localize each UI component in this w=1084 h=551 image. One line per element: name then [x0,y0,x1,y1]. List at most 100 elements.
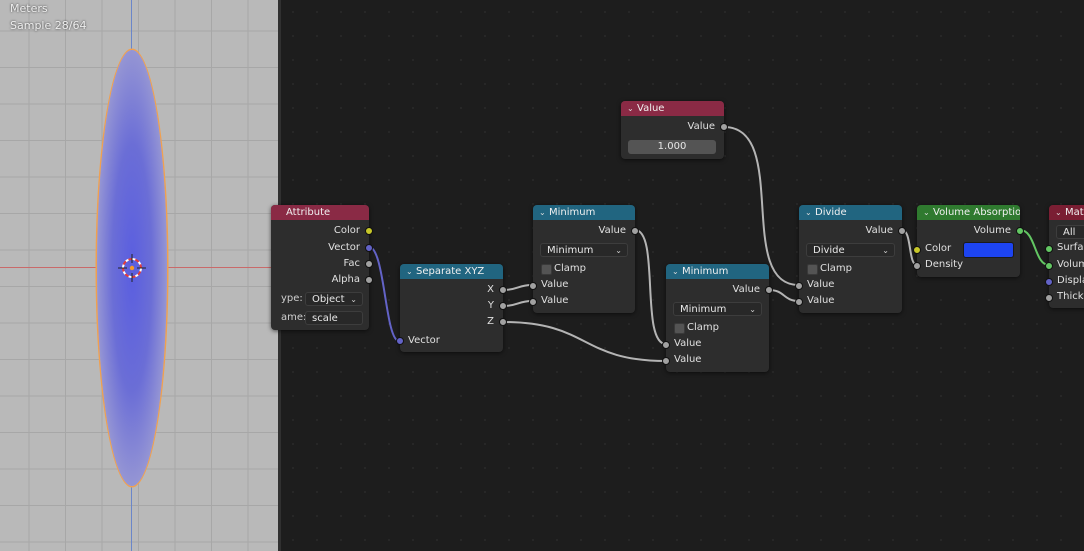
separate-xyz-input-vector: Vector [408,335,440,346]
divide-operation-value: Divide [813,245,845,256]
divide-output-socket[interactable] [898,227,906,235]
value-number-field[interactable]: 1.000 [628,140,716,154]
separate-xyz-node[interactable]: ⌄ Separate XYZ X Y Z Vector [396,264,507,352]
collapse-chevron-icon[interactable]: ⌄ [1055,205,1065,220]
value-node[interactable]: ⌄ Value Value 1.000 [621,101,728,159]
material-output-displacement-socket[interactable] [1045,278,1053,286]
3d-cursor-icon[interactable] [118,254,146,282]
collapse-chevron-icon[interactable]: ⌄ [672,264,682,279]
separate-xyz-vector-socket[interactable] [396,337,404,345]
minimum-1-input-label-1: Value [541,279,569,290]
material-output-target-dropdown[interactable]: All [1056,225,1084,239]
divide-operation-dropdown[interactable]: Divide ⌄ [806,243,895,257]
attribute-fac-socket[interactable] [365,260,373,268]
material-output-thickness-label: Thickn [1057,291,1084,302]
minimum-2-clamp-label: Clamp [687,322,719,333]
collapse-chevron-icon[interactable]: ⌄ [805,205,815,220]
attribute-node[interactable]: Attribute Color Vector Fac Alpha ype: Ob… [271,205,373,330]
divide-input-socket-2[interactable] [795,298,803,306]
separate-xyz-header[interactable]: ⌄ Separate XYZ [400,264,503,279]
material-output-header[interactable]: ⌄ Mat [1049,205,1084,220]
volume-absorption-output-socket[interactable] [1016,227,1024,235]
volume-absorption-output-label: Volume [973,225,1011,236]
viewport-unit-label: Meters [10,2,48,15]
attribute-type-value: Object [312,294,345,305]
value-node-title: Value [637,103,665,114]
minimum-2-header[interactable]: ⌄ Minimum [666,264,769,279]
divide-output-label: Value [865,225,893,236]
minimum-1-input-socket-2[interactable] [529,298,537,306]
dropdown-arrow-icon: ⌄ [749,305,756,314]
minimum-1-operation-value: Minimum [547,245,594,256]
volume-absorption-node[interactable]: ⌄ Volume Absorption Volume Color Density [913,205,1024,277]
attribute-output-alpha: Alpha [331,274,360,285]
minimum-1-clamp-label: Clamp [554,263,586,274]
minimum-2-output-label: Value [732,284,760,295]
minimum-2-clamp-checkbox[interactable] [674,323,685,334]
material-output-surface-label: Surface [1057,242,1084,253]
minimum-1-clamp-checkbox[interactable] [541,264,552,275]
attribute-color-socket[interactable] [365,227,373,235]
divide-header[interactable]: ⌄ Divide [799,205,902,220]
volume-absorption-title: Volume Absorption [933,207,1020,218]
minimum-node-1[interactable]: ⌄ Minimum Value Minimum ⌄ Clamp Value Valu… [529,205,639,313]
separate-xyz-z-socket[interactable] [499,318,507,326]
material-output-title: Mat [1065,207,1084,218]
material-output-node[interactable]: ⌄Mat All Surface Volume Displac Thickn [1045,205,1084,308]
material-output-surface-socket[interactable] [1045,245,1053,253]
minimum-2-input-label-1: Value [674,338,702,349]
material-output-volume-socket[interactable] [1045,262,1053,270]
divide-clamp-checkbox[interactable] [807,264,818,275]
attribute-node-title: Attribute [286,207,331,218]
minimum-2-input-socket-2[interactable] [662,357,670,365]
viewport-sample-label: Sample 28/64 [10,19,87,32]
material-output-volume-label: Volume [1057,259,1084,270]
value-node-header[interactable]: ⌄ Value [621,101,724,116]
divide-input-label-1: Value [807,279,835,290]
volume-absorption-color-socket[interactable] [913,246,921,254]
value-output-socket[interactable] [720,123,728,131]
separate-xyz-y-socket[interactable] [499,302,507,310]
minimum-1-header[interactable]: ⌄ Minimum [533,205,635,220]
collapse-chevron-icon[interactable]: ⌄ [923,205,933,220]
divide-clamp-label: Clamp [820,263,852,274]
volume-absorption-color-swatch[interactable] [963,242,1014,258]
minimum-node-2[interactable]: ⌄ Minimum Value Minimum ⌄ Clamp Value Valu… [662,264,773,372]
material-output-thickness-socket[interactable] [1045,294,1053,302]
minimum-2-input-socket-1[interactable] [662,341,670,349]
minimum-1-operation-dropdown[interactable]: Minimum ⌄ [540,243,628,257]
separate-xyz-output-x: X [487,284,494,295]
collapse-chevron-icon[interactable]: ⌄ [627,101,637,116]
volume-absorption-color-label: Color [925,243,952,254]
separate-xyz-x-socket[interactable] [499,286,507,294]
collapse-chevron-icon[interactable]: ⌄ [539,205,549,220]
collapse-chevron-icon[interactable]: ⌄ [406,264,416,279]
minimum-1-output-label: Value [598,225,626,236]
minimum-1-title: Minimum [549,207,596,218]
attribute-output-vector: Vector [328,242,360,253]
3d-viewport[interactable]: Meters Sample 28/64 [0,0,278,551]
value-output-label: Value [687,121,715,132]
volume-absorption-density-label: Density [925,259,964,270]
minimum-2-title: Minimum [682,266,729,277]
minimum-1-output-socket[interactable] [631,227,639,235]
volume-absorption-density-socket[interactable] [913,262,921,270]
minimum-2-input-label-2: Value [674,354,702,365]
minimum-2-operation-dropdown[interactable]: Minimum ⌄ [673,302,762,316]
divide-node[interactable]: ⌄ Divide Value Divide ⌄ Clamp Value Value [795,205,906,313]
minimum-1-input-socket-1[interactable] [529,282,537,290]
minimum-2-operation-value: Minimum [680,304,727,315]
volume-absorption-header[interactable]: ⌄ Volume Absorption [917,205,1020,220]
separate-xyz-output-y: Y [487,300,494,311]
separate-xyz-title: Separate XYZ [416,266,485,277]
attribute-type-dropdown[interactable]: Object ⌄ [305,292,363,306]
divide-input-socket-1[interactable] [795,282,803,290]
minimum-1-input-label-2: Value [541,295,569,306]
attribute-alpha-socket[interactable] [365,276,373,284]
attribute-vector-socket[interactable] [365,244,373,252]
dropdown-arrow-icon: ⌄ [350,295,357,304]
divide-title: Divide [815,207,847,218]
attribute-node-header[interactable]: Attribute [271,205,369,220]
attribute-name-field[interactable]: scale [305,311,363,325]
minimum-2-output-socket[interactable] [765,286,773,294]
